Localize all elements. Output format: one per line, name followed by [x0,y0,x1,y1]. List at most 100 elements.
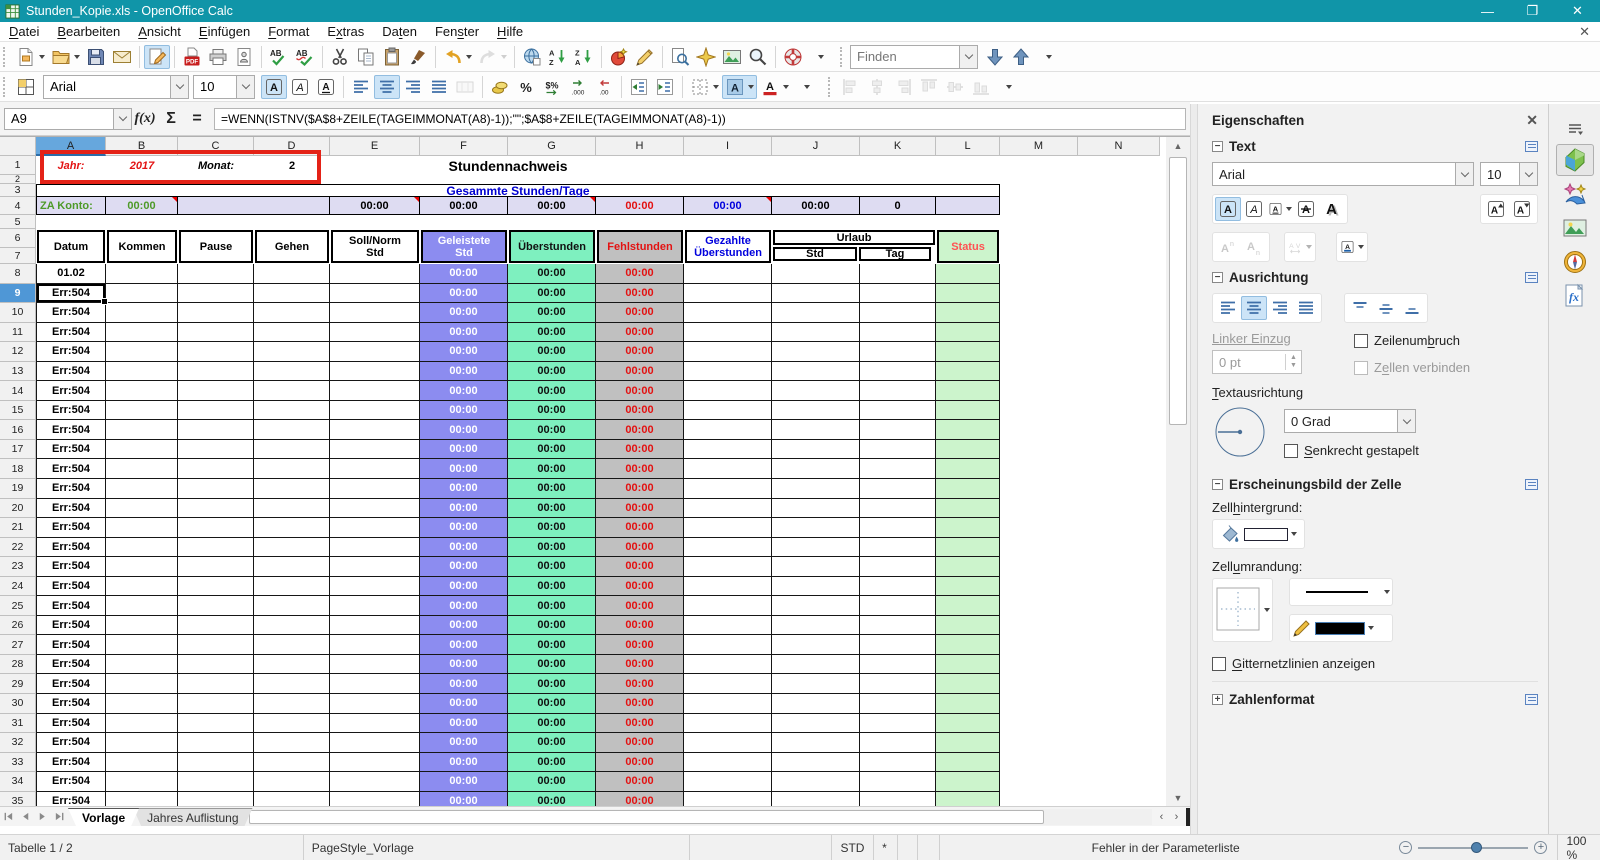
cell-L24[interactable] [936,576,1000,597]
row-header-18[interactable]: 18 [0,459,36,480]
cell-E27[interactable] [330,635,420,655]
italic-button[interactable]: A [1241,197,1267,221]
stacked-checkbox[interactable]: Senkrecht gestapelt [1284,443,1419,458]
header-gehen[interactable]: Gehen [255,230,329,263]
sidebar-close-icon[interactable]: ✕ [1526,112,1538,129]
cell-F28[interactable]: 00:00 [420,654,508,675]
cell-K10[interactable] [860,303,936,323]
cell-B25[interactable] [106,596,178,616]
cell-E13[interactable] [330,361,420,382]
row-header-17[interactable]: 17 [0,439,36,460]
cell-A25[interactable]: Err:504 [36,596,106,616]
cell-D8[interactable] [254,264,330,284]
cell-G21[interactable]: 00:00 [508,518,596,538]
row-header-9[interactable]: 9 [0,283,36,304]
cell-E17[interactable] [330,439,420,460]
dropdown-icon[interactable] [1519,163,1537,185]
cell-A1[interactable]: Jahr: [36,156,106,175]
row-header-26[interactable]: 26 [0,615,36,636]
cell-A35[interactable]: Err:504 [36,791,106,806]
minimize-button[interactable]: — [1465,0,1510,22]
cell-K16[interactable] [860,420,936,440]
format-table-button[interactable] [13,75,39,99]
cell-J15[interactable] [772,400,860,421]
cell-K28[interactable] [860,654,936,675]
menu-daten[interactable]: Da t en [373,22,426,41]
cell-J11[interactable] [772,322,860,343]
cell-K34[interactable] [860,772,936,792]
row-header-22[interactable]: 22 [0,537,36,558]
cell-K20[interactable] [860,498,936,519]
cell-J20[interactable] [772,498,860,519]
cell-L21[interactable] [936,518,1000,538]
cell-J12[interactable] [772,342,860,362]
cell-E23[interactable] [330,557,420,577]
cell-L26[interactable] [936,615,1000,636]
cell-G33[interactable]: 00:00 [508,752,596,773]
cell-E16[interactable] [330,420,420,440]
row-header-23[interactable]: 23 [0,557,36,577]
cell-L12[interactable] [936,342,1000,362]
cell-B15[interactable] [106,400,178,421]
cell-I22[interactable] [684,537,772,558]
cell-H11[interactable]: 00:00 [596,322,684,343]
standard-format-button[interactable]: $% [539,75,565,99]
cell-K29[interactable] [860,674,936,695]
pdf-export-button[interactable]: PDF [179,45,205,69]
underline-button[interactable]: A [1267,197,1293,221]
header-urlaub-std[interactable]: Std [773,247,857,261]
cell-G29[interactable]: 00:00 [508,674,596,695]
hyperlink-globe-button[interactable] [519,45,545,69]
cell-F11[interactable]: 00:00 [420,322,508,343]
cell-D29[interactable] [254,674,330,695]
cell-J14[interactable] [772,381,860,401]
cell-J18[interactable] [772,459,860,480]
print-preview-button[interactable] [231,45,257,69]
cell-I28[interactable] [684,654,772,675]
select-all-corner[interactable] [0,137,36,156]
cell-I35[interactable] [684,791,772,806]
cell-D35[interactable] [254,791,330,806]
cell-G8[interactable]: 00:00 [508,264,596,284]
cell-D30[interactable] [254,694,330,714]
cell-C29[interactable] [178,674,254,695]
cell-L19[interactable] [936,479,1000,499]
cell-L15[interactable] [936,400,1000,421]
zoom-slider-handle[interactable] [1471,841,1483,853]
cell-G24[interactable]: 00:00 [508,576,596,597]
cell-C23[interactable] [178,557,254,577]
menu-ansicht[interactable]: Ansicht [129,22,190,41]
cell-A13[interactable]: Err:504 [36,361,106,382]
cell-E33[interactable] [330,752,420,773]
column-header-L[interactable]: L [936,137,1000,156]
cell-G25[interactable]: 00:00 [508,596,596,616]
row-header-8[interactable]: 8 [0,264,36,284]
cell-F4[interactable]: 00:00 [420,197,508,215]
column-header-D[interactable]: D [254,137,330,156]
cell-I30[interactable] [684,694,772,714]
align-bottom-button[interactable] [1399,296,1425,320]
cell-D22[interactable] [254,537,330,558]
cell-F9[interactable]: 00:00 [420,283,508,304]
cell-D12[interactable] [254,342,330,362]
toolbar-overflow-button[interactable] [806,45,832,69]
align-justify-button[interactable] [426,75,452,99]
cell-C25[interactable] [178,596,254,616]
cell-A11[interactable]: Err:504 [36,322,106,343]
sheet-tab-jahres-auflistung[interactable]: Jahres Auflistung [133,808,252,826]
header-datum[interactable]: Datum [37,230,105,263]
cell-F15[interactable]: 00:00 [420,400,508,421]
align-left-button[interactable] [348,75,374,99]
cell-C18[interactable] [178,459,254,480]
cell-E26[interactable] [330,615,420,636]
cell-C27[interactable] [178,635,254,655]
align-center-button[interactable] [374,74,400,99]
cell-A33[interactable]: Err:504 [36,752,106,773]
previous-sheet-button[interactable] [17,809,34,825]
close-button[interactable]: ✕ [1555,0,1600,22]
cell-L29[interactable] [936,674,1000,695]
cell-G32[interactable]: 00:00 [508,733,596,753]
cell-E24[interactable] [330,576,420,597]
align-right-button[interactable] [400,75,426,99]
row-header-32[interactable]: 32 [0,733,36,753]
